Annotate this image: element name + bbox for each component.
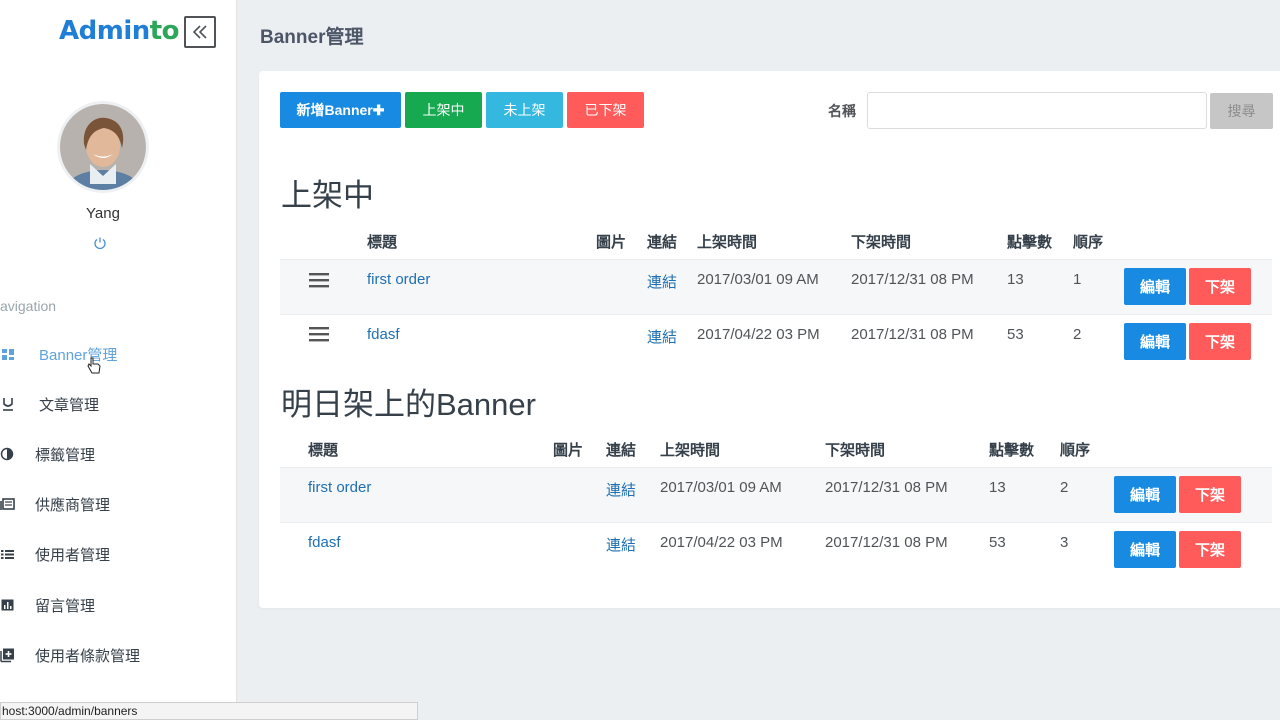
- list-icon: [1, 550, 14, 559]
- sidebar-item-tags[interactable]: 標籤管理: [0, 434, 236, 474]
- search-label: 名稱: [828, 103, 856, 119]
- filter-pending-button[interactable]: 未上架: [486, 92, 563, 128]
- drag-handle-icon[interactable]: [309, 326, 329, 342]
- click-count: 13: [1007, 271, 1024, 288]
- sidebar-item-label: 使用者管理: [35, 546, 111, 564]
- page-title: Banner管理: [260, 27, 364, 48]
- sidebar-item-label: 標籤管理: [35, 446, 96, 464]
- sidebar-item-label: 留言管理: [35, 597, 96, 615]
- sidebar-toggle-button[interactable]: [184, 16, 216, 48]
- underline-icon: [3, 398, 13, 411]
- section-live-title: 上架中: [281, 178, 374, 213]
- sidebar-item-comments[interactable]: 留言管理: [0, 585, 236, 625]
- click-count: 53: [989, 534, 1006, 551]
- contrast-icon: [0, 447, 14, 461]
- sidebar-item-suppliers[interactable]: 供應商管理: [0, 484, 236, 524]
- sidebar-item-banner[interactable]: Banner管理: [0, 334, 236, 374]
- filter-off-button[interactable]: 已下架: [567, 92, 644, 128]
- user-name: Yang: [86, 205, 120, 222]
- sidebar-item-terms[interactable]: 使用者條款管理: [0, 635, 236, 675]
- col-header-start: 上架時間: [697, 234, 758, 251]
- col-header-clicks: 點擊數: [989, 442, 1035, 459]
- banner-link[interactable]: 連結: [647, 326, 677, 347]
- search-input[interactable]: [867, 92, 1207, 129]
- take-down-button[interactable]: 下架: [1179, 476, 1241, 513]
- sidebar-item-label: 供應商管理: [35, 496, 111, 514]
- sidebar-item-label: 文章管理: [39, 396, 100, 414]
- edit-button[interactable]: 編輯: [1124, 323, 1186, 360]
- nav-heading: avigation: [0, 298, 57, 314]
- start-time: 2017/03/01 09 AM: [660, 479, 782, 496]
- sidebar-item-users[interactable]: 使用者管理: [0, 534, 236, 574]
- start-time: 2017/04/22 03 PM: [660, 534, 783, 551]
- section-tomorrow-title: 明日架上的Banner: [281, 387, 536, 422]
- col-header-start: 上架時間: [660, 442, 721, 459]
- order-number: 2: [1073, 326, 1082, 343]
- edit-button[interactable]: 編輯: [1124, 268, 1186, 305]
- start-time: 2017/04/22 03 PM: [697, 326, 820, 343]
- filter-live-button[interactable]: 上架中: [405, 92, 482, 128]
- add-box-icon: [0, 648, 14, 663]
- avatar[interactable]: [57, 101, 149, 193]
- col-header-end: 下架時間: [851, 234, 912, 251]
- power-icon[interactable]: [93, 236, 107, 250]
- take-down-button[interactable]: 下架: [1179, 531, 1241, 568]
- take-down-button[interactable]: 下架: [1189, 268, 1251, 305]
- col-header-link: 連結: [647, 234, 678, 251]
- click-count: 13: [989, 479, 1006, 496]
- banner-title-link[interactable]: fdasf: [308, 534, 341, 551]
- end-time: 2017/12/31 08 PM: [851, 326, 974, 343]
- add-banner-button[interactable]: 新增Banner✚: [280, 92, 401, 128]
- status-bar-url: host:3000/admin/banners: [0, 702, 418, 720]
- order-number: 3: [1060, 534, 1069, 551]
- col-header-image: 圖片: [596, 234, 627, 251]
- search-button[interactable]: 搜尋: [1210, 93, 1273, 129]
- sidebar-item-label: 使用者條款管理: [35, 647, 141, 665]
- sidebar-item-articles[interactable]: 文章管理: [0, 384, 236, 424]
- drag-handle-icon[interactable]: [309, 272, 329, 288]
- sidebar-item-label: Banner管理: [39, 346, 118, 364]
- take-down-button[interactable]: 下架: [1189, 323, 1251, 360]
- col-header-clicks: 點擊數: [1007, 234, 1053, 251]
- hand-cursor-icon: [87, 357, 101, 374]
- banner-title-link[interactable]: fdasf: [367, 326, 400, 343]
- start-time: 2017/03/01 09 AM: [697, 271, 819, 288]
- click-count: 53: [1007, 326, 1024, 343]
- end-time: 2017/12/31 08 PM: [851, 271, 974, 288]
- end-time: 2017/12/31 08 PM: [825, 479, 948, 496]
- double-chevron-left-icon: [192, 25, 207, 39]
- col-header-order: 順序: [1073, 234, 1104, 251]
- col-header-image: 圖片: [553, 442, 584, 459]
- edit-button[interactable]: 編輯: [1114, 476, 1176, 513]
- col-header-title: 標題: [367, 234, 398, 251]
- banner-link[interactable]: 連結: [606, 534, 636, 555]
- dashboard-grid-icon: [2, 349, 14, 360]
- end-time: 2017/12/31 08 PM: [825, 534, 948, 551]
- app-logo[interactable]: Adminto: [59, 16, 180, 46]
- col-header-title: 標題: [308, 442, 339, 459]
- col-header-link: 連結: [606, 442, 637, 459]
- banner-link[interactable]: 連結: [606, 479, 636, 500]
- order-number: 1: [1073, 271, 1082, 288]
- order-number: 2: [1060, 479, 1069, 496]
- banner-link[interactable]: 連結: [647, 271, 677, 292]
- sidebar: Adminto Yang avigation Banner管理 文章管理 標籤管…: [0, 0, 237, 720]
- col-header-end: 下架時間: [825, 442, 886, 459]
- banner-title-link[interactable]: first order: [367, 271, 430, 288]
- col-header-order: 順序: [1060, 442, 1091, 459]
- banner-title-link[interactable]: first order: [308, 479, 371, 496]
- newspaper-icon: [0, 498, 15, 510]
- bar-chart-icon: [1, 599, 14, 611]
- edit-button[interactable]: 編輯: [1114, 531, 1176, 568]
